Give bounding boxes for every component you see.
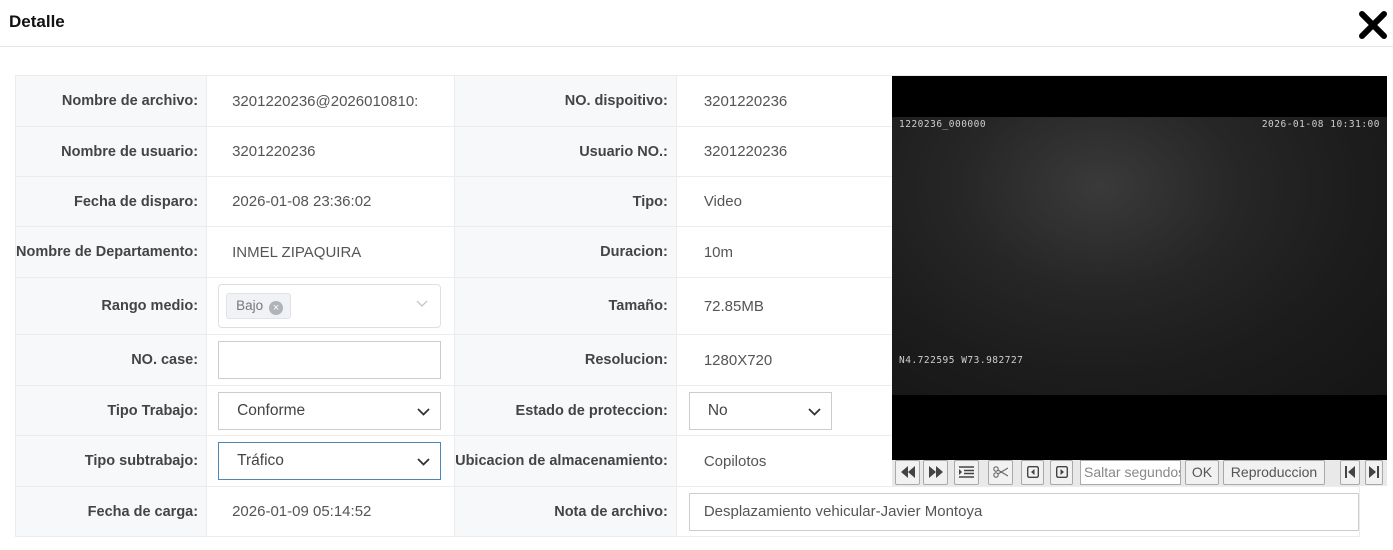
case-no-label: NO. case: — [14, 334, 208, 386]
media-range-select[interactable]: Bajo × — [218, 284, 442, 328]
user-name-label: Nombre de usuario: — [14, 126, 208, 177]
chevron-down-icon — [808, 407, 821, 416]
department-value: INMEL ZIPAQUIRA — [206, 226, 456, 278]
skip-end-icon[interactable] — [1365, 460, 1383, 485]
play-button[interactable]: Reproduccion — [1223, 460, 1325, 485]
tag-remove-icon[interactable]: × — [269, 301, 284, 315]
prev-frame-icon[interactable] — [1021, 460, 1044, 485]
user-name-value: 3201220236 — [206, 126, 456, 177]
resolution-label: Resolucion: — [454, 334, 677, 386]
video-overlay-timestamp: 2026-01-08 10:31:00 — [1261, 119, 1380, 130]
chevron-down-icon — [416, 300, 428, 307]
user-no-label: Usuario NO.: — [454, 126, 677, 177]
media-range-tag-label: Bajo — [236, 298, 264, 313]
file-name-label: Nombre de archivo: — [14, 75, 208, 127]
trigger-date-value: 2026-01-08 23:36:02 — [206, 176, 456, 227]
file-name-value: 3201220236@2026010810: — [232, 92, 419, 110]
close-icon[interactable] — [1358, 10, 1388, 40]
dialog-title: Detalle — [9, 12, 65, 31]
file-note-input[interactable]: Desplazamiento vehicular-Javier Montoya — [688, 492, 1359, 531]
list-icon[interactable] — [954, 460, 979, 485]
work-type-value: Conforme — [237, 401, 306, 419]
upload-date-label: Fecha de carga: — [14, 486, 208, 537]
chevron-down-icon — [417, 458, 430, 466]
storage-location-label: Ubicacion de almacenamiento: — [454, 435, 677, 487]
duration-label: Duracion: — [454, 226, 677, 278]
media-range-label: Rango medio: — [14, 277, 208, 335]
protection-state-select[interactable]: No — [688, 391, 832, 430]
work-subtype-select[interactable]: Tráfico — [218, 442, 442, 480]
case-no-input[interactable] — [218, 341, 442, 379]
protection-state-value: No — [707, 401, 728, 419]
fast-forward-icon[interactable] — [923, 460, 948, 485]
department-label: Nombre de Departamento: — [14, 226, 208, 278]
video-overlay-id: 1220236_000000 — [899, 119, 987, 130]
work-subtype-label: Tipo subtrabajo: — [14, 435, 208, 487]
protection-state-label: Estado de proteccion: — [454, 385, 677, 436]
work-type-select[interactable]: Conforme — [218, 391, 442, 430]
next-frame-icon[interactable] — [1050, 460, 1073, 485]
dialog-header: Detalle — [0, 0, 1393, 47]
seek-seconds-input[interactable]: Saltar segundos — [1080, 460, 1181, 485]
size-label: Tamaño: — [454, 277, 677, 335]
work-type-label: Tipo Trabajo: — [14, 385, 208, 436]
video-overlay-gps: N4.722595 W73.982727 — [899, 355, 1024, 366]
chevron-down-icon — [417, 407, 430, 416]
media-range-tag: Bajo × — [226, 293, 292, 319]
device-no-label: NO. dispoitivo: — [454, 75, 677, 127]
trigger-date-label: Fecha de disparo: — [14, 176, 208, 227]
type-label: Tipo: — [454, 176, 677, 227]
video-player[interactable]: 1220236_000000 2026-01-08 10:31:00 N4.72… — [892, 76, 1387, 460]
work-subtype-value: Tráfico — [237, 452, 284, 469]
skip-start-icon[interactable] — [1340, 460, 1360, 485]
rewind-icon[interactable] — [895, 460, 920, 485]
seek-ok-button[interactable]: OK — [1185, 460, 1219, 485]
scissors-icon[interactable] — [988, 460, 1013, 485]
file-note-label: Nota de archivo: — [454, 486, 677, 537]
upload-date-value: 2026-01-09 05:14:52 — [206, 486, 456, 537]
player-controls: Saltar segundos OK Reproduccion — [892, 460, 1387, 486]
video-frame — [892, 117, 1387, 395]
